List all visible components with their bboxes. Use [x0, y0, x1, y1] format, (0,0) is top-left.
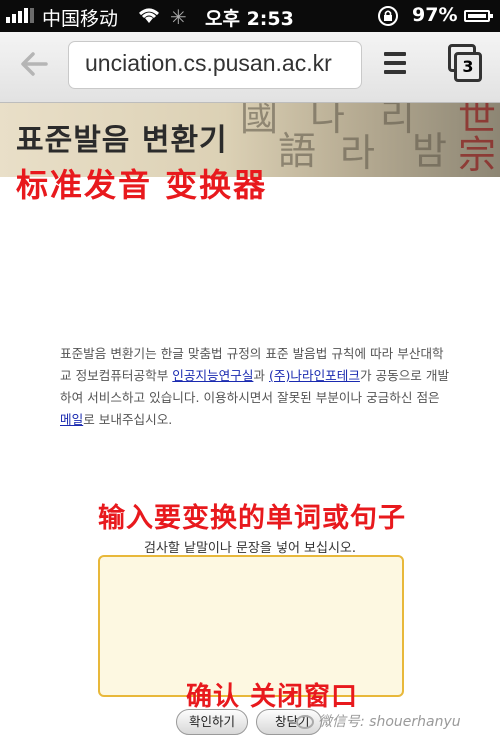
- url-field[interactable]: unciation.cs.pusan.ac.kr: [68, 41, 362, 89]
- banner-decor: 宗: [458, 133, 497, 177]
- description-part: 과: [253, 368, 269, 383]
- menu-icon[interactable]: [384, 52, 406, 76]
- ai-lab-link[interactable]: 인공지능연구실: [172, 368, 253, 383]
- banner-decor: 밤: [412, 129, 447, 173]
- banner-decor: 世: [458, 103, 497, 139]
- tabs-button[interactable]: 3: [448, 44, 484, 84]
- caption-input-cn: 输入要变换的单词或句子: [98, 503, 406, 534]
- signal-icon: [6, 8, 34, 23]
- loading-spinner-icon: ✳: [170, 5, 187, 29]
- battery-percentage: 97%: [412, 4, 458, 26]
- banner-decor: 리: [380, 103, 415, 139]
- watermark-text: 微信号: shouerhanyu: [318, 714, 461, 730]
- caption-title-cn: 标准发音 变换器: [16, 166, 268, 204]
- rotation-lock-icon: [376, 5, 400, 32]
- status-time: 오후 2:53: [205, 8, 294, 30]
- tab-count: 3: [454, 52, 482, 82]
- banner-decor: 라: [340, 131, 375, 175]
- web-page: 國 語 나 라 리 밤 世 宗 표준발음 변환기 标准发音 变换器 표준발음 변…: [0, 103, 500, 750]
- description-part: 로 보내주십시오.: [83, 412, 173, 427]
- back-arrow-icon[interactable]: [16, 46, 52, 82]
- caption-buttons-cn: 确认 关闭窗口: [186, 682, 359, 712]
- description-text: 표준발음 변환기는 한글 맞춤법 규정의 표준 발음법 규칙에 따라 부산대학교…: [60, 343, 450, 431]
- battery-icon: [464, 10, 493, 22]
- wechat-watermark: 微信号: shouerhanyu: [296, 710, 492, 734]
- wechat-icon: [296, 715, 314, 729]
- mail-link[interactable]: 메일: [60, 412, 83, 427]
- status-bar: 中国移动 ✳ 오후 2:53 97%: [0, 0, 500, 32]
- wifi-icon: [136, 5, 162, 30]
- confirm-button[interactable]: 확인하기: [176, 709, 248, 735]
- browser-toolbar: unciation.cs.pusan.ac.kr 3: [0, 32, 500, 103]
- page-title: 표준발음 변환기: [16, 123, 228, 158]
- banner-decor: 國: [240, 103, 279, 139]
- input-hint: 검사할 낱말이나 문장을 넣어 보십시오.: [143, 541, 357, 556]
- carrier-name: 中国移动: [42, 8, 119, 30]
- narainfotech-link[interactable]: (주)나라인포테크: [269, 368, 360, 383]
